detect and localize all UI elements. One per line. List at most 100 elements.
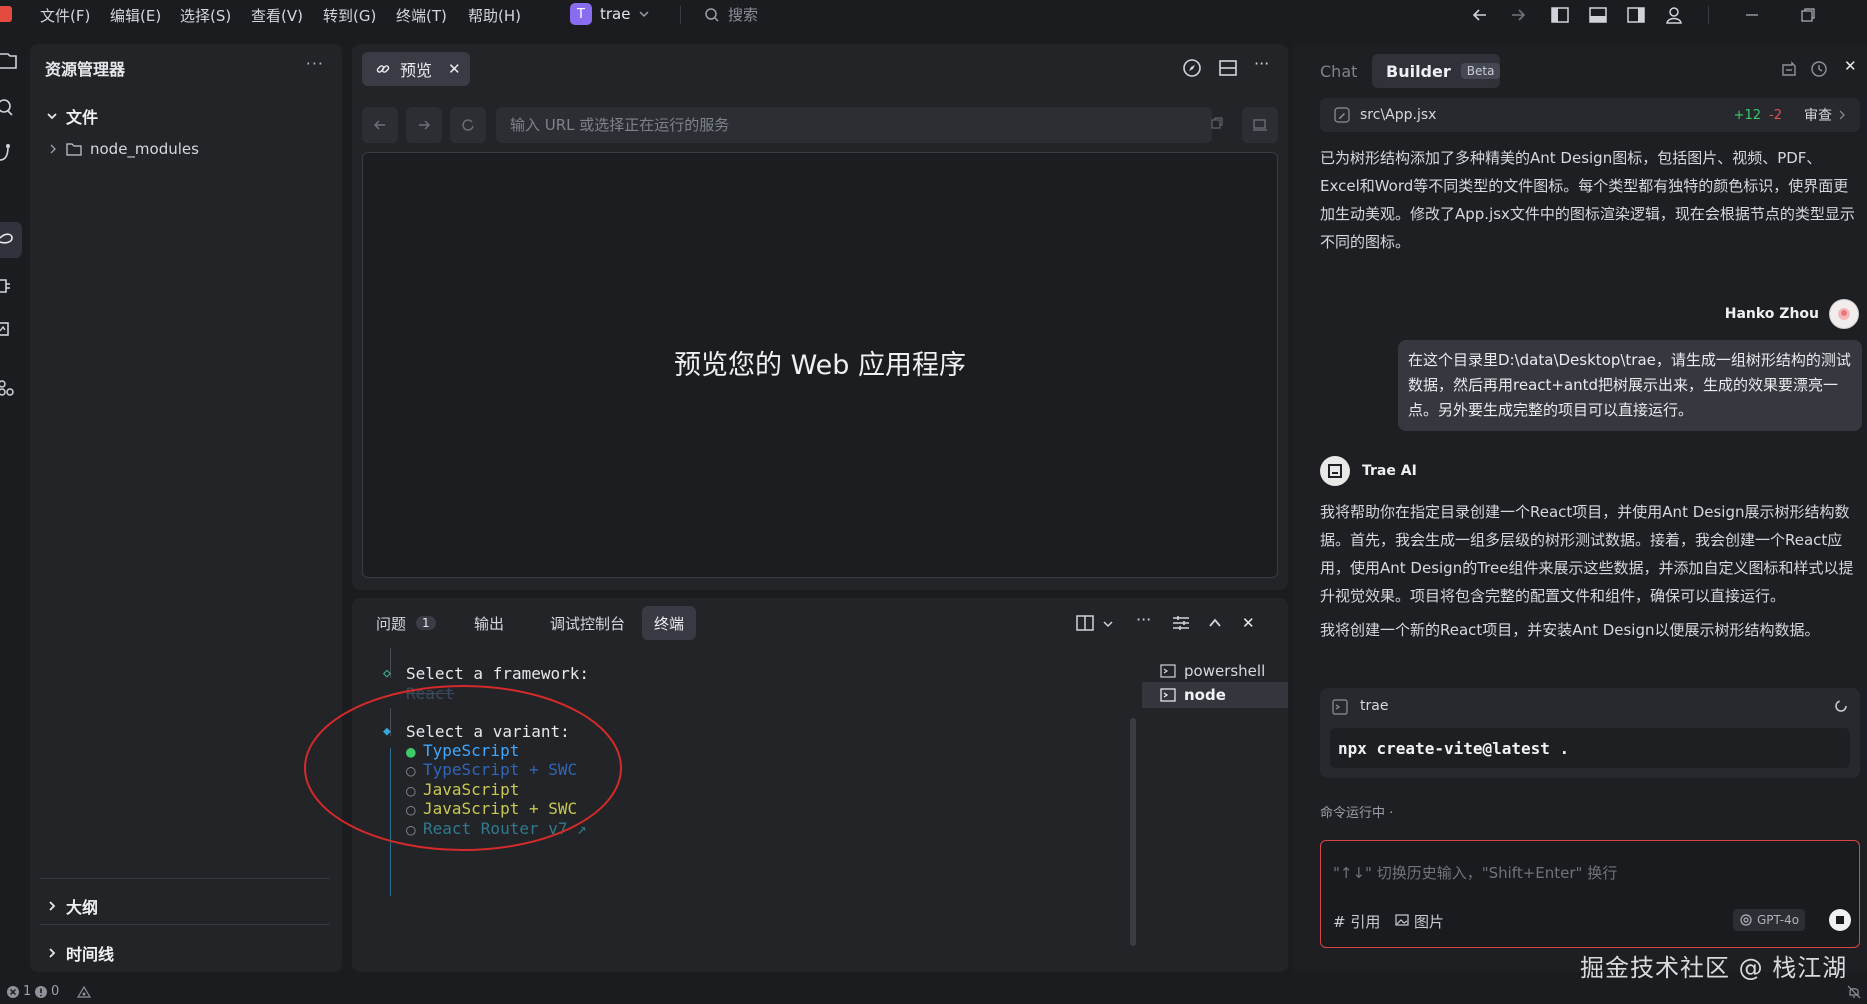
source-control-icon[interactable] <box>0 142 20 166</box>
terminal-name: powershell <box>1184 662 1266 680</box>
forward-arrow-icon[interactable] <box>1508 5 1528 25</box>
ai-reply-paragraph: 我将帮助你在指定目录创建一个React项目，并使用Ant Design展示树形结… <box>1320 503 1854 605</box>
toggle-sidebar-left-icon[interactable] <box>1550 5 1570 25</box>
outline-section-header[interactable]: 大纲 <box>46 894 98 918</box>
menu-selection[interactable]: 选择(S) <box>180 5 231 26</box>
compass-icon[interactable] <box>1182 58 1202 78</box>
chevron-up-icon[interactable] <box>1208 616 1222 630</box>
menu-help[interactable]: 帮助(H) <box>468 5 521 26</box>
copy-icon[interactable] <box>1210 116 1224 130</box>
explorer-icon[interactable] <box>0 48 20 72</box>
broadcast-icon[interactable] <box>76 985 92 999</box>
review-button[interactable]: 审查 <box>1804 105 1832 125</box>
back-arrow-icon[interactable] <box>1470 5 1490 25</box>
tab-chat[interactable]: Chat <box>1320 62 1357 81</box>
preview-empty-message: 预览您的 Web 应用程序 <box>673 350 967 381</box>
more-actions-icon[interactable]: ··· <box>1136 610 1151 629</box>
chevron-right-icon <box>1838 110 1846 120</box>
tab-terminal[interactable]: 终端 <box>642 606 697 640</box>
menu-view[interactable]: 查看(V) <box>251 5 303 26</box>
model-selector[interactable]: GPT-4o <box>1733 909 1806 931</box>
preview-link-icon[interactable] <box>0 228 20 252</box>
command-card: trae npx create-vite@latest . <box>1320 688 1860 778</box>
extensions-icon[interactable] <box>0 376 20 400</box>
notifications-off-icon[interactable] <box>1846 985 1862 999</box>
open-external-button[interactable] <box>1242 107 1278 143</box>
menu-goto[interactable]: 转到(G) <box>323 5 376 26</box>
adjust-icon[interactable] <box>1172 614 1190 632</box>
more-actions-button[interactable]: ··· <box>306 54 324 73</box>
stop-icon <box>1836 916 1844 924</box>
tree-item-label: node_modules <box>90 140 199 158</box>
changed-file-card[interactable]: src\App.jsx +12 -2 审查 <box>1320 98 1860 132</box>
tab-preview[interactable]: 预览 ✕ <box>362 52 470 86</box>
terminal-icon <box>1160 688 1176 702</box>
close-icon[interactable]: ✕ <box>448 60 461 78</box>
files-section-label: 文件 <box>66 108 99 127</box>
title-divider <box>1708 6 1709 24</box>
terminal-output[interactable]: ◇ Select a framework: React ◆ Select a v… <box>304 648 1142 964</box>
project-switcher[interactable]: T trae <box>570 3 650 25</box>
terminal-item-powershell[interactable]: powershell <box>1142 658 1288 684</box>
preview-viewport: 预览您的 Web 应用程序 <box>362 152 1278 578</box>
error-icon[interactable] <box>6 985 20 999</box>
minimize-icon[interactable] <box>1742 5 1762 25</box>
warning-icon[interactable] <box>34 985 48 999</box>
split-editor-icon[interactable] <box>1218 58 1238 78</box>
nav-forward-button[interactable] <box>406 107 442 143</box>
user-message-bubble: 在这个目录里D:\data\Desktop\trae，请生成一组树形结构的测试数… <box>1398 340 1862 431</box>
user-name: Hanko Zhou <box>1724 306 1819 322</box>
terminal-scrollbar[interactable] <box>1130 718 1136 946</box>
ai-message-header: Trae AI <box>1320 456 1417 486</box>
files-section-header[interactable]: 文件 <box>46 104 98 128</box>
terminal-item-node[interactable]: node <box>1142 682 1288 708</box>
chevron-down-icon[interactable] <box>1102 618 1114 630</box>
tab-label: 终端 <box>654 614 685 633</box>
section-divider <box>40 878 330 879</box>
history-icon[interactable] <box>1810 60 1828 78</box>
tab-builder[interactable]: Builder Beta <box>1372 54 1501 88</box>
global-search[interactable]: 搜索 <box>704 4 758 25</box>
openai-icon <box>1739 913 1753 927</box>
search-icon[interactable] <box>0 96 20 120</box>
tab-label: 输出 <box>474 614 505 633</box>
reference-button[interactable]: # 引用 <box>1333 911 1380 932</box>
menu-file[interactable]: 文件(F) <box>40 5 90 26</box>
status-bar: 1 0 <box>0 980 1867 1004</box>
title-bar: 文件(F) 编辑(E) 选择(S) 查看(V) 转到(G) 终端(T) 帮助(H… <box>0 0 1867 30</box>
close-icon[interactable]: ✕ <box>1844 57 1857 75</box>
preview-panel: 预览 ✕ ··· 预览您的 Web 应用程序 <box>352 44 1288 590</box>
url-input[interactable] <box>496 107 1212 143</box>
more-actions-icon[interactable]: ··· <box>1254 54 1269 73</box>
command-code: npx create-vite@latest . <box>1330 728 1850 768</box>
tree-item-node-modules[interactable]: node_modules <box>48 140 199 158</box>
restore-icon[interactable] <box>1798 5 1818 25</box>
toggle-panel-bottom-icon[interactable] <box>1588 5 1608 25</box>
chevron-down-icon <box>46 110 58 122</box>
loading-spinner-icon <box>1834 699 1848 713</box>
app-logo <box>0 6 12 22</box>
image-button[interactable]: 图片 <box>1414 911 1444 932</box>
link-icon <box>376 62 390 76</box>
menu-edit[interactable]: 编辑(E) <box>110 5 161 26</box>
timeline-section-header[interactable]: 时间线 <box>46 941 114 965</box>
warning-count: 0 <box>51 984 60 999</box>
account-icon[interactable] <box>1664 5 1684 25</box>
split-terminal-icon[interactable] <box>1076 614 1094 632</box>
nav-back-button[interactable] <box>362 107 398 143</box>
ai-chat-panel: Chat Builder Beta ✕ src\App.jsx +12 -2 审… <box>1294 44 1867 972</box>
remote-icon[interactable] <box>0 318 20 342</box>
chat-input[interactable] <box>1333 853 1845 893</box>
close-icon[interactable]: ✕ <box>1242 614 1255 632</box>
new-chat-icon[interactable] <box>1780 60 1798 78</box>
debug-icon[interactable] <box>0 274 20 298</box>
reload-button[interactable] <box>450 107 486 143</box>
explorer-title: 资源管理器 <box>45 60 126 79</box>
menu-terminal[interactable]: 终端(T) <box>396 5 447 26</box>
trae-ai-avatar <box>1320 456 1350 486</box>
stop-button[interactable] <box>1829 909 1851 931</box>
tab-output[interactable]: 输出 <box>462 606 516 640</box>
toggle-sidebar-right-icon[interactable] <box>1626 5 1646 25</box>
tab-problems[interactable]: 问题 1 <box>364 606 448 640</box>
tab-debug-console[interactable]: 调试控制台 <box>538 606 637 640</box>
